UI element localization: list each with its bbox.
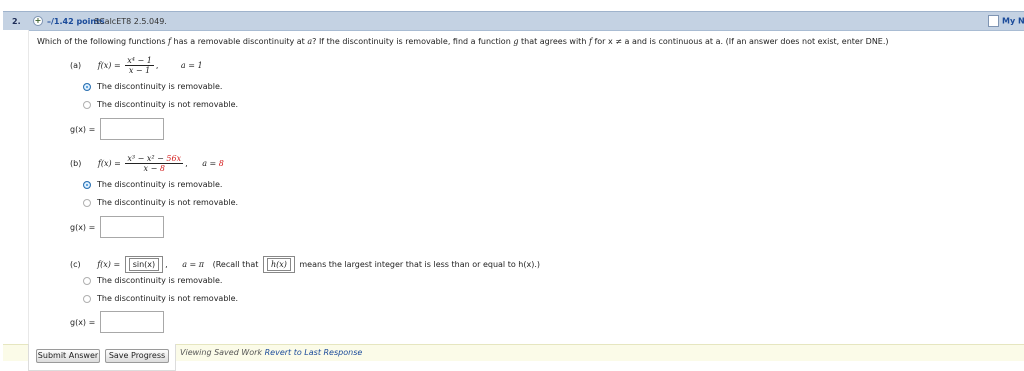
part-a-option-not-removable[interactable]: The discontinuity is not removable. [83,100,238,109]
part-c-option-removable[interactable]: The discontinuity is removable. [83,276,222,285]
part-a-g-label: g(x) = [70,125,96,134]
radio-icon[interactable] [83,100,91,109]
question-header: 2. + –/1.42 points SCalcET8 2.5.049. My … [3,11,1024,31]
part-c-function: (c) f(x) = sin(x), a = π (Recall that h(… [70,256,540,273]
part-b-g-input[interactable] [100,216,164,238]
radio-selected-icon[interactable] [83,180,91,189]
expand-icon[interactable]: + [33,16,43,26]
part-a-g-input[interactable] [100,118,164,140]
part-b-option-not-removable[interactable]: The discontinuity is not removable. [83,198,238,207]
course-code: SCalcET8 2.5.049. [94,17,167,26]
part-b-function: (b) f(x) = x³ − x² − 56x x − 8, a = 8 [70,154,224,173]
submit-answer-button[interactable]: Submit Answer [36,349,100,363]
part-c-g-label: g(x) = [70,318,96,327]
radio-icon[interactable] [83,294,91,303]
part-c-g-input[interactable] [100,311,164,333]
part-b-fraction: x³ − x² − 56x x − 8 [125,154,184,173]
my-notes-label: My Notes [1002,16,1024,26]
my-notes-button[interactable]: My Notes [988,15,1024,27]
part-a-fraction: x⁴ − 1x − 1 [125,56,154,75]
part-a-function: (a) f(x) = x⁴ − 1x − 1, a = 1 [70,56,203,75]
part-c-option-not-removable[interactable]: The discontinuity is not removable. [83,294,238,303]
radio-icon[interactable] [83,198,91,207]
part-b-option-removable[interactable]: The discontinuity is removable. [83,180,222,189]
save-progress-button[interactable]: Save Progress [105,349,169,363]
left-margin [3,30,29,360]
question-body: Which of the following functions f has a… [28,30,1024,366]
radio-selected-icon[interactable] [83,82,91,91]
floor-bracket-example: h(x) [262,256,295,273]
radio-icon[interactable] [83,276,91,285]
question-number: 2. [12,17,21,26]
floor-bracket: sin(x) [124,256,164,273]
part-b-g-label: g(x) = [70,223,96,232]
viewing-status: Viewing Saved Work Revert to Last Respon… [180,348,363,357]
question-panel: 2. + –/1.42 points SCalcET8 2.5.049. My … [0,8,1024,371]
notes-icon [988,15,999,27]
revert-link[interactable]: Revert to Last Response [265,348,363,357]
part-a-option-removable[interactable]: The discontinuity is removable. [83,82,222,91]
question-prompt: Which of the following functions f has a… [37,37,889,46]
